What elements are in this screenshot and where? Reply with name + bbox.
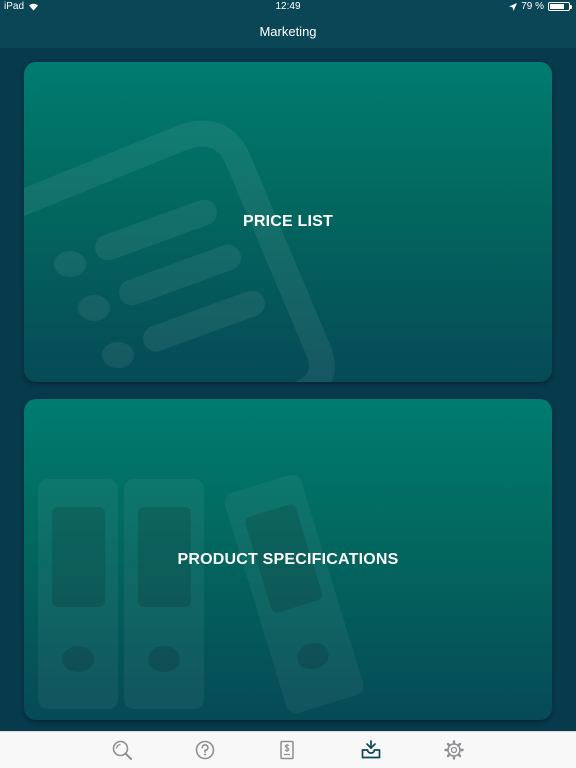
tab-bar (0, 731, 576, 768)
battery-cap (570, 5, 572, 9)
tab-help[interactable] (194, 739, 216, 761)
search-icon (112, 740, 132, 760)
navigation-bar: Marketing (0, 14, 576, 48)
page-title: Marketing (259, 23, 317, 39)
settings-gear-icon (444, 740, 464, 760)
location-arrow-icon (509, 2, 518, 11)
main-content: PRICE LIST PRODUCT SPECIFICATIONS (0, 48, 576, 731)
battery-icon (548, 2, 572, 11)
battery-percent: 79 % (521, 1, 544, 12)
product-specifications-label: PRODUCT SPECIFICATIONS (177, 550, 399, 568)
tab-price-list[interactable] (276, 739, 298, 761)
battery-fill (550, 4, 565, 9)
product-specifications-card[interactable]: PRODUCT SPECIFICATIONS (24, 399, 552, 720)
status-right-group: 79 % (509, 1, 572, 12)
price-list-label: PRICE LIST (242, 213, 333, 230)
price-document-icon (280, 740, 294, 760)
help-icon (195, 740, 215, 760)
status-time: 12:49 (275, 1, 301, 12)
app-screen: iPad 12:49 79 % Marketing PRICE LIST PRO… (0, 0, 576, 768)
tab-settings[interactable] (443, 739, 465, 761)
status-bar: iPad 12:49 79 % (0, 0, 576, 14)
inbox-icon (361, 740, 381, 759)
price-list-card[interactable]: PRICE LIST (24, 62, 552, 382)
tab-inbox[interactable] (360, 739, 382, 761)
tab-search[interactable] (111, 739, 133, 761)
